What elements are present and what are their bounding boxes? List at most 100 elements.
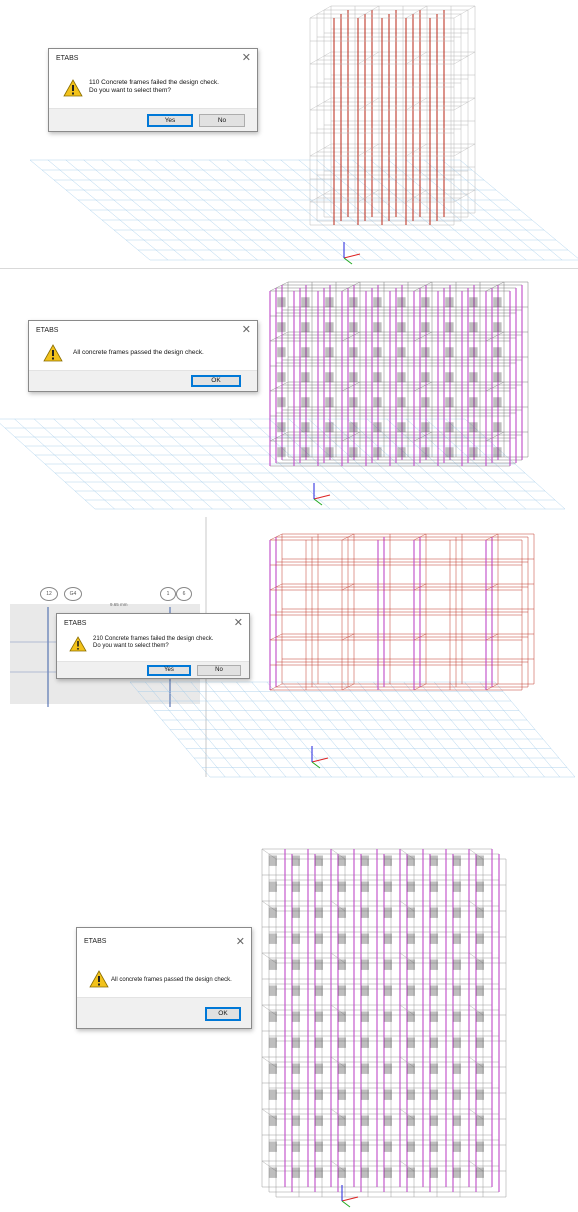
member-label (314, 1115, 323, 1126)
yes-button[interactable]: Yes (147, 114, 193, 127)
member-label (291, 1063, 300, 1074)
member-label (452, 881, 461, 892)
member-label (421, 322, 430, 333)
member-label (325, 372, 334, 383)
member-label (445, 447, 454, 458)
member-label (421, 347, 430, 358)
member-label (469, 322, 478, 333)
depth-line (485, 331, 505, 342)
depth-line (485, 281, 505, 292)
member-label (429, 1115, 438, 1126)
member-label (421, 422, 430, 433)
member-label (452, 855, 461, 866)
close-icon[interactable]: ✕ (234, 616, 243, 629)
member-label (429, 855, 438, 866)
plan-view: 12 G4 1 6 9.65 mm (0, 586, 205, 706)
axes-triad-icon (343, 242, 361, 265)
member-label (493, 347, 502, 358)
member-label (291, 959, 300, 970)
member-label (469, 297, 478, 308)
grid-bubble: 6 (176, 587, 192, 601)
member-label (406, 1141, 415, 1152)
member-label (268, 985, 277, 996)
member-label (337, 1167, 346, 1178)
member-label (452, 959, 461, 970)
member-label (429, 959, 438, 970)
member-label (314, 959, 323, 970)
member-label (421, 397, 430, 408)
grid-bubble: 12 (40, 587, 58, 601)
member-label (383, 1167, 392, 1178)
depth-line (485, 431, 505, 442)
member-label (360, 881, 369, 892)
member-label (301, 397, 310, 408)
member-label (475, 1089, 484, 1100)
depth-line (405, 51, 428, 65)
member-label (349, 372, 358, 383)
close-icon[interactable]: ✕ (236, 935, 245, 948)
member-label (397, 422, 406, 433)
member-label (277, 297, 286, 308)
depth-line (453, 51, 476, 65)
member-label (337, 1115, 346, 1126)
model-view-1[interactable] (0, 0, 578, 268)
member-label (373, 322, 382, 333)
no-button[interactable]: No (199, 114, 245, 127)
depth-line (405, 143, 428, 157)
dialog-message: All concrete frames passed the design ch… (111, 977, 232, 983)
member-label (314, 1141, 323, 1152)
member-label (301, 322, 310, 333)
member-label (469, 372, 478, 383)
message-line-2: Do you want to select them? (89, 87, 172, 94)
member-label (291, 907, 300, 918)
member-label (445, 347, 454, 358)
ok-button[interactable]: OK (191, 375, 241, 387)
member-label (360, 1089, 369, 1100)
member-label (314, 1063, 323, 1074)
member-label (383, 1037, 392, 1048)
member-label (337, 1011, 346, 1022)
member-label (445, 322, 454, 333)
member-label (268, 1141, 277, 1152)
etabs-dialog-4: ETABS ✕ All concrete frames passed the d… (76, 927, 252, 1029)
member-label (445, 297, 454, 308)
depth-line (413, 381, 433, 392)
member-label (452, 1011, 461, 1022)
member-label (314, 933, 323, 944)
depth-line (341, 381, 361, 392)
member-label (301, 347, 310, 358)
member-label (383, 1089, 392, 1100)
member-label (493, 447, 502, 458)
member-label (314, 1011, 323, 1022)
member-label (406, 933, 415, 944)
warning-icon (89, 970, 109, 988)
member-label (469, 397, 478, 408)
depth-line (269, 431, 289, 442)
ok-button[interactable]: OK (205, 1007, 241, 1021)
dialog-footer: Yes No (49, 108, 257, 131)
member-label (383, 907, 392, 918)
member-label (325, 447, 334, 458)
member-label (268, 1037, 277, 1048)
panel-4-passed-check: ETABS ✕ All concrete frames passed the d… (0, 781, 578, 1212)
member-label (314, 1089, 323, 1100)
member-label (429, 1037, 438, 1048)
depth-line (413, 281, 433, 292)
member-label (360, 1011, 369, 1022)
depth-line (309, 5, 332, 19)
depth-line (269, 381, 289, 392)
close-icon[interactable]: ✕ (242, 51, 251, 64)
member-label (475, 907, 484, 918)
close-icon[interactable]: ✕ (242, 323, 251, 336)
member-label (268, 1063, 277, 1074)
member-label (268, 1089, 277, 1100)
member-label (475, 1037, 484, 1048)
member-label (360, 907, 369, 918)
member-label (373, 422, 382, 433)
x-axis (343, 253, 361, 259)
member-label (475, 1141, 484, 1152)
member-label (493, 422, 502, 433)
member-label (277, 347, 286, 358)
member-label (268, 933, 277, 944)
member-label (337, 1063, 346, 1074)
